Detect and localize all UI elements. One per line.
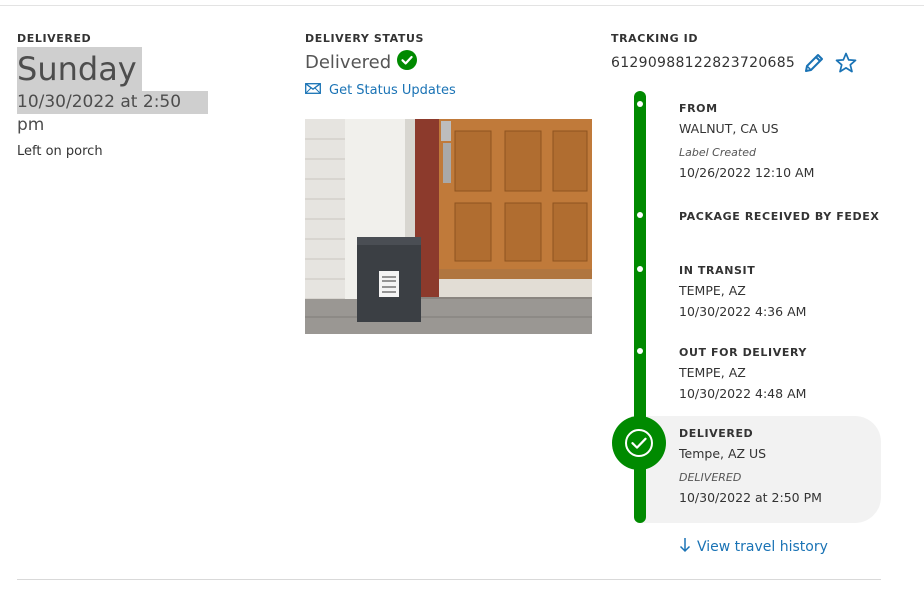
pencil-icon[interactable]: [801, 50, 827, 76]
step-sub: DELIVERED: [679, 471, 742, 484]
delivery-photo[interactable]: [305, 119, 592, 334]
arrow-down-icon: [679, 537, 691, 557]
status-row: Delivered: [305, 50, 418, 74]
delivery-day: Sunday: [17, 47, 142, 91]
timeline-step-out: OUT FOR DELIVERY TEMPE, AZ 10/30/2022 4:…: [679, 346, 807, 401]
step-location: TEMPE, AZ: [679, 283, 746, 298]
timeline-step-received: PACKAGE RECEIVED BY FEDEX: [679, 210, 879, 223]
step-location: WALNUT, CA US: [679, 121, 779, 136]
step-title: PACKAGE RECEIVED BY FEDEX: [679, 210, 880, 223]
get-status-updates-link[interactable]: Get Status Updates: [305, 83, 456, 98]
step-title: OUT FOR DELIVERY: [679, 346, 807, 359]
timeline-dot: [637, 266, 643, 272]
tracking-id: 612909881228237206​85: [611, 55, 796, 71]
timeline-dot: [637, 101, 643, 107]
delivered-label: DELIVERED: [17, 32, 92, 45]
envelope-icon: [305, 83, 321, 98]
step-time: 10/26/2022 12:10 AM: [679, 165, 815, 180]
step-title: FROM: [679, 102, 718, 115]
view-travel-history-link[interactable]: View travel history: [679, 537, 828, 557]
timeline-dot: [637, 212, 643, 218]
step-title: DELIVERED: [679, 427, 754, 440]
delivery-status-label: DELIVERY STATUS: [305, 32, 425, 45]
timeline-step-from: FROM WALNUT, CA US Label Created 10/26/2…: [679, 102, 814, 180]
view-travel-history-label: View travel history: [697, 539, 828, 555]
step-time: 10/30/2022 4:48 AM: [679, 386, 807, 401]
get-status-updates-label: Get Status Updates: [329, 83, 456, 98]
step-title: IN TRANSIT: [679, 264, 756, 277]
tracking-id-label: TRACKING ID: [611, 32, 699, 45]
delivery-datetime: 10/30/2022 at 2:50 pm: [17, 91, 208, 135]
step-sub: Label Created: [679, 146, 756, 159]
step-time: 10/30/2022 4:36 AM: [679, 304, 807, 319]
delivered-check-icon: [612, 416, 666, 470]
star-icon[interactable]: [833, 50, 859, 76]
timeline-dot: [637, 348, 643, 354]
delivery-note: Left on porch: [17, 144, 103, 159]
top-divider: [0, 5, 924, 6]
timeline-step-transit: IN TRANSIT TEMPE, AZ 10/30/2022 4:36 AM: [679, 264, 806, 319]
step-time: 10/30/2022 at 2:50 PM: [679, 490, 822, 505]
step-location: Tempe, AZ US: [679, 446, 767, 461]
status-text: Delivered: [305, 51, 392, 73]
status-check-icon: [397, 50, 418, 74]
tracking-row: 612909881228237206​85: [611, 50, 859, 76]
bottom-divider: [17, 579, 881, 580]
timeline-step-delivered: DELIVERED Tempe, AZ US DELIVERED 10/30/2…: [679, 427, 822, 505]
step-location: TEMPE, AZ: [679, 365, 746, 380]
